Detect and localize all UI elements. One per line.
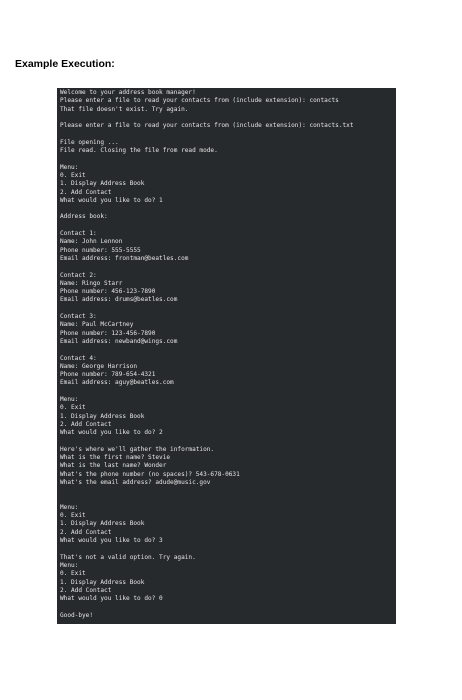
terminal-line: Phone number: 789-654-4321 [60,371,156,379]
terminal-line: File opening ... [60,138,119,146]
terminal-line: 0. Exit [60,570,86,578]
terminal-line: Good-bye! [60,611,94,619]
terminal-line: 1. Display Address Book [60,412,145,420]
terminal-line: 0. Exit [60,512,86,520]
terminal-line: Phone number: 123-456-7890 [60,329,156,337]
terminal-line: 0. Exit [60,171,86,179]
terminal-line: Name: George Harrison [60,362,138,370]
terminal-line: What would you like to do? 0 [60,595,163,603]
terminal-line: Contact 2: [60,271,97,279]
terminal-line: Menu: [60,163,79,171]
terminal-line: Phone number: 555-5555 [60,246,141,254]
terminal-line: Name: John Lennon [60,238,123,246]
terminal-line: 1. Display Address Book [60,520,145,528]
terminal-line: Menu: [60,503,79,511]
terminal-line: Email address: aguy@beatles.com [60,379,174,387]
terminal-line: What would you like to do? 1 [60,196,163,204]
terminal-line: Welcome to your address book manager! [60,89,196,96]
terminal-line: Contact 3: [60,313,97,321]
terminal-line: 2. Add Contact [60,420,112,428]
terminal-line: Email address: frontman@beatles.com [60,254,189,262]
terminal-line: Name: Ringo Starr [60,279,123,287]
terminal-line: Email address: newband@wings.com [60,337,178,345]
example-execution-heading: Example Execution: [15,58,115,70]
terminal-line: 0. Exit [60,404,86,412]
terminal-line: Name: Paul McCartney [60,321,134,329]
terminal-line: What would you like to do? 2 [60,429,163,437]
terminal-line: File read. Closing the file from read mo… [60,147,218,155]
terminal-line: Phone number: 456-123-7890 [60,288,156,296]
terminal-line: Menu: [60,395,79,403]
terminal-line: 2. Add Contact [60,188,112,196]
terminal-line: That's not a valid option. Try again. [60,553,196,561]
terminal-line: Please enter a file to read your contact… [60,97,339,105]
terminal-line: What is the first name? Stevie [60,454,171,462]
terminal-line: Address book: [60,213,108,221]
terminal-line: 2. Add Contact [60,586,112,594]
terminal-line: Here's where we'll gather the informatio… [60,445,215,453]
terminal-line: 1. Display Address Book [60,578,145,586]
terminal-line: Contact 4: [60,354,97,362]
terminal-line: 1. Display Address Book [60,180,145,188]
terminal-line: Email address: drums@beatles.com [60,296,178,304]
terminal-line: What's the phone number (no spaces)? 543… [60,470,240,478]
terminal-line: What is the last name? Wonder [60,462,167,470]
terminal-line: Contact 1: [60,230,97,238]
terminal-line: Please enter a file to read your contact… [60,122,354,130]
terminal-output: Welcome to your address book manager! Ple… [57,88,396,624]
terminal-line: Menu: [60,561,79,569]
terminal-line: That file doesn't exist. Try again. [60,105,189,113]
terminal-line: What's the email address? adude@music.go… [60,478,211,486]
terminal-line: 2. Add Contact [60,528,112,536]
terminal-line: What would you like to do? 3 [60,537,163,545]
